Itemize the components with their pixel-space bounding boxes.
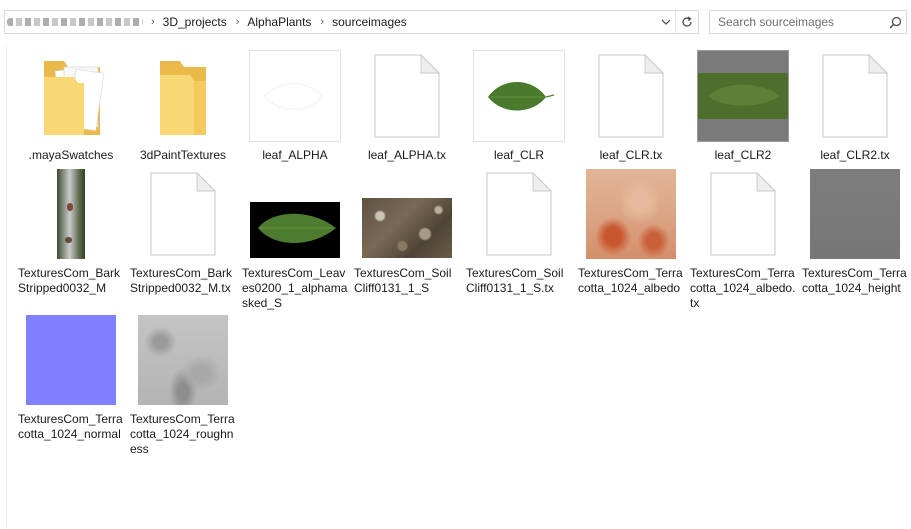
file-item-bark[interactable]: TexturesCom_BarkStripped0032_M	[15, 166, 127, 296]
terracotta-height-image	[810, 169, 900, 259]
chevron-down-icon[interactable]	[657, 11, 675, 33]
file-name: TexturesCom_SoilCliff0131_1_S	[354, 266, 452, 295]
file-name: leaf_ALPHA.tx	[367, 148, 447, 162]
search-icon[interactable]	[884, 11, 906, 33]
image-thumbnail	[133, 312, 233, 408]
image-thumbnail	[245, 166, 345, 262]
document-icon	[133, 166, 233, 262]
folder-icon	[133, 48, 233, 144]
file-item-terracotta-normal[interactable]: TexturesCom_Terracotta_1024_normal	[15, 312, 127, 442]
breadcrumb-sourceimages[interactable]: sourceimages	[331, 15, 408, 29]
image-thumbnail	[581, 166, 681, 262]
file-name: leaf_ALPHA	[262, 148, 328, 162]
breadcrumb: › 3D_projects › AlphaPlants › sourceimag…	[5, 11, 657, 33]
image-thumbnail	[21, 166, 121, 262]
terracotta-albedo-image	[586, 169, 676, 259]
file-name: TexturesCom_Terracotta_1024_albedo	[578, 266, 683, 295]
document-icon	[581, 48, 681, 144]
file-item-mayaswatches[interactable]: .mayaSwatches	[15, 48, 127, 163]
leaves-alphamasked-image	[250, 202, 340, 258]
file-name: .mayaSwatches	[28, 148, 114, 162]
file-item-leaf-clr[interactable]: leaf_CLR	[463, 48, 575, 163]
file-name: TexturesCom_BarkStripped0032_M.tx	[130, 266, 233, 295]
file-item-terracotta-height[interactable]: TexturesCom_Terracotta_1024_height	[799, 166, 911, 296]
search-input[interactable]	[710, 12, 884, 32]
file-item-leaf-clr2-tx[interactable]: leaf_CLR2.tx	[799, 48, 911, 163]
file-name: leaf_CLR2	[714, 148, 772, 162]
image-thumbnail	[693, 48, 793, 144]
image-thumbnail	[805, 166, 905, 262]
terracotta-normal-image	[26, 315, 116, 405]
image-thumbnail	[21, 312, 121, 408]
file-item-soilcliff-tx[interactable]: TexturesCom_SoilCliff0131_1_S.tx	[463, 166, 575, 296]
redacted-path	[7, 18, 143, 26]
image-thumbnail	[357, 166, 457, 262]
file-item-terracotta-roughness[interactable]: TexturesCom_Terracotta_1024_roughness	[127, 312, 239, 457]
bark-image	[57, 169, 85, 259]
breadcrumb-separator-icon: ›	[151, 16, 155, 28]
file-item-leaf-alpha-tx[interactable]: leaf_ALPHA.tx	[351, 48, 463, 163]
document-icon	[469, 166, 569, 262]
terracotta-roughness-image	[138, 315, 228, 405]
file-name: TexturesCom_Terracotta_1024_normal	[18, 412, 123, 441]
file-item-leaf-alpha[interactable]: leaf_ALPHA	[239, 48, 351, 163]
leaf-clr-image	[473, 50, 565, 142]
file-item-terracotta-albedo[interactable]: TexturesCom_Terracotta_1024_albedo	[575, 166, 687, 296]
file-name: TexturesCom_Terracotta_1024_height	[802, 266, 907, 295]
file-item-leaves-alphamasked[interactable]: TexturesCom_Leaves0200_1_alphamasked_S	[239, 166, 351, 311]
file-name: TexturesCom_Leaves0200_1_alphamasked_S	[242, 266, 348, 310]
document-icon	[693, 166, 793, 262]
breadcrumb-alphaplants[interactable]: AlphaPlants	[246, 15, 312, 29]
search-box[interactable]	[709, 10, 907, 34]
file-item-bark-tx[interactable]: TexturesCom_BarkStripped0032_M.tx	[127, 166, 239, 296]
breadcrumb-3d-projects[interactable]: 3D_projects	[162, 15, 228, 29]
document-icon	[357, 48, 457, 144]
refresh-icon[interactable]	[676, 11, 698, 33]
leaf-clr2-image	[697, 50, 789, 142]
file-item-leaf-clr2[interactable]: leaf_CLR2	[687, 48, 799, 163]
address-bar[interactable]: › 3D_projects › AlphaPlants › sourceimag…	[4, 10, 699, 34]
folder-icon	[21, 48, 121, 144]
file-item-3dpainttextures[interactable]: 3dPaintTextures	[127, 48, 239, 163]
file-name: leaf_CLR	[493, 148, 545, 162]
breadcrumb-separator-icon: ›	[235, 16, 240, 28]
file-name: TexturesCom_Terracotta_1024_roughness	[130, 412, 235, 456]
file-item-terracotta-albedo-tx[interactable]: TexturesCom_Terracotta_1024_albedo.tx	[687, 166, 799, 311]
soilcliff-image	[362, 198, 452, 258]
leaf-alpha-image	[249, 50, 341, 142]
file-item-soilcliff[interactable]: TexturesCom_SoilCliff0131_1_S	[351, 166, 463, 296]
breadcrumb-separator-icon: ›	[320, 16, 325, 28]
file-name: TexturesCom_SoilCliff0131_1_S.tx	[466, 266, 564, 295]
document-icon	[805, 48, 905, 144]
file-item-leaf-clr-tx[interactable]: leaf_CLR.tx	[575, 48, 687, 163]
image-thumbnail	[245, 48, 345, 144]
file-name: leaf_CLR2.tx	[820, 148, 890, 162]
file-name: TexturesCom_Terracotta_1024_albedo.tx	[690, 266, 796, 310]
navigation-row: › 3D_projects › AlphaPlants › sourceimag…	[0, 0, 911, 42]
file-name: 3dPaintTextures	[139, 148, 227, 162]
file-name: TexturesCom_BarkStripped0032_M	[18, 266, 121, 295]
image-thumbnail	[469, 48, 569, 144]
file-name: leaf_CLR.tx	[599, 148, 663, 162]
pane-edge	[6, 44, 7, 529]
